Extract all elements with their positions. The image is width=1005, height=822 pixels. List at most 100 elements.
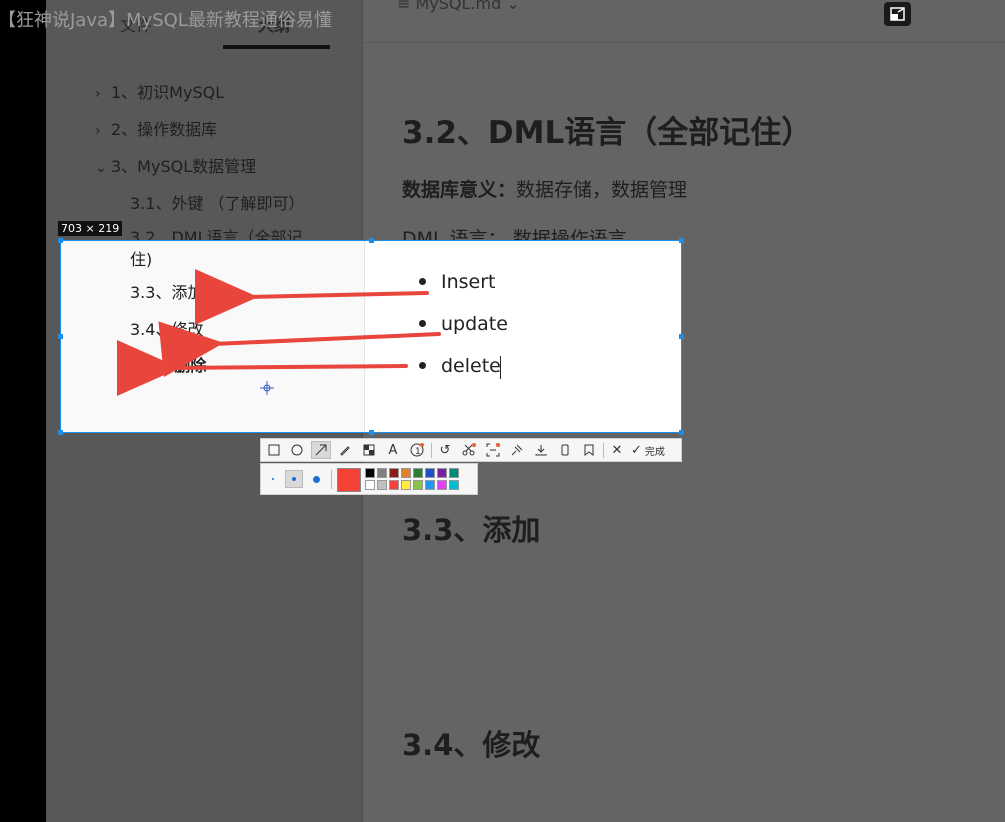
ocr-button[interactable] <box>459 441 479 459</box>
chevron-right-icon: › <box>95 123 101 139</box>
pin-button[interactable] <box>507 441 527 459</box>
pen-tool-button[interactable] <box>335 441 355 459</box>
resize-handle-l[interactable] <box>58 334 63 339</box>
arrow-update <box>211 332 441 346</box>
mosaic-icon <box>363 444 375 456</box>
color-swatch[interactable] <box>437 480 447 490</box>
toolbar-separator <box>431 443 432 458</box>
color-swatch[interactable] <box>377 468 387 478</box>
color-swatch[interactable] <box>389 468 399 478</box>
color-palette <box>365 468 477 492</box>
color-swatch[interactable] <box>401 468 411 478</box>
resize-handle-r[interactable] <box>679 334 684 339</box>
done-label: 完成 <box>644 446 665 458</box>
arrow-tool-button[interactable] <box>311 441 331 459</box>
tab-outline-indicator <box>223 45 330 49</box>
done-button[interactable]: ✓ 完成 <box>631 441 677 459</box>
pin-icon <box>511 444 523 456</box>
text-tool-button[interactable]: A <box>383 441 403 459</box>
color-swatch[interactable] <box>425 468 435 478</box>
style-toolbar <box>260 463 478 495</box>
left-black-bar <box>0 0 46 822</box>
color-swatch[interactable] <box>449 480 459 490</box>
bookmark-icon <box>584 444 594 456</box>
text-icon: A <box>388 442 398 458</box>
size-large-button[interactable] <box>309 472 323 486</box>
chevron-right-icon: › <box>95 86 101 102</box>
resize-handle-tr[interactable] <box>679 238 684 243</box>
download-icon <box>535 445 547 456</box>
bookmark-button[interactable] <box>579 441 599 459</box>
rectangle-tool-button[interactable] <box>264 441 284 459</box>
expand-icon <box>890 7 905 21</box>
resize-handle-tl[interactable] <box>58 238 63 243</box>
color-swatch[interactable] <box>425 480 435 490</box>
arrow-icon <box>315 444 327 456</box>
color-swatch[interactable] <box>437 468 447 478</box>
medium-dot-icon <box>292 477 296 481</box>
undo-button[interactable]: ↺ <box>435 441 455 459</box>
toc-item-2[interactable]: › 2、操作数据库 <box>95 116 217 140</box>
ellipse-icon <box>291 444 303 456</box>
resize-handle-bl[interactable] <box>58 430 63 435</box>
rectangle-icon <box>268 444 280 456</box>
color-swatch[interactable] <box>413 480 423 490</box>
resize-handle-br[interactable] <box>679 430 684 435</box>
selected-color-swatch[interactable] <box>337 468 361 492</box>
arrow-insert <box>245 291 429 299</box>
color-swatch[interactable] <box>377 480 387 490</box>
undo-icon: ↺ <box>439 442 451 458</box>
db-meaning-line: 数据库意义：数据存储，数据管理 <box>402 175 687 202</box>
expand-button[interactable] <box>884 2 911 26</box>
large-dot-icon <box>312 475 320 483</box>
small-dot-icon <box>272 478 274 480</box>
close-icon: ✕ <box>611 442 623 458</box>
pen-icon <box>340 446 350 456</box>
numbered-marker-icon: 1 <box>410 443 424 457</box>
toolbar-separator <box>331 470 332 489</box>
toc-item-3-1[interactable]: 3.1、外键 （了解即可） <box>130 190 305 214</box>
toolbar-separator <box>603 443 604 458</box>
number-tool-button[interactable]: 1 <box>407 441 427 459</box>
toc-item-1[interactable]: › 1、初识MySQL <box>95 79 224 103</box>
size-medium-button[interactable] <box>285 470 303 488</box>
ellipse-tool-button[interactable] <box>287 441 307 459</box>
resize-handle-b[interactable] <box>369 430 374 435</box>
arrow-update-head <box>158 321 224 378</box>
color-swatch[interactable] <box>413 468 423 478</box>
svg-text:1: 1 <box>415 447 421 457</box>
db-meaning-label: 数据库意义： <box>402 179 517 201</box>
heading-update: 3.4、修改 <box>402 728 541 762</box>
phone-button[interactable] <box>555 441 575 459</box>
capture-selection[interactable]: 住) 3.3、添加 3.4、修改 3.5、删除 Insert update de… <box>60 240 682 433</box>
capture-toolbar: A 1 ↺ ✕ ✓ 完成 <box>260 438 682 462</box>
color-swatch[interactable] <box>365 468 375 478</box>
color-swatch[interactable] <box>365 480 375 490</box>
color-swatch[interactable] <box>389 480 399 490</box>
file-tab[interactable]: ≡ MySQL.md ⌄ <box>397 0 520 13</box>
download-button[interactable] <box>531 441 551 459</box>
video-title: 【狂神说Java】MySQL最新教程通俗易懂 <box>0 10 332 31</box>
db-meaning-value: 数据存储，数据管理 <box>516 179 688 201</box>
phone-icon <box>561 444 569 456</box>
selection-size-label: 703 × 219 <box>58 221 123 236</box>
toc-item-3[interactable]: ⌄ 3、MySQL数据管理 <box>95 153 256 177</box>
scan-icon <box>486 443 500 457</box>
scissors-icon <box>462 443 476 456</box>
heading-dml: 3.2、DML语言（全部记住） <box>402 115 813 151</box>
arrow-delete <box>167 364 408 370</box>
tabbar-divider <box>363 42 1005 43</box>
screenshot-region-button[interactable] <box>483 441 503 459</box>
resize-handle-t[interactable] <box>369 238 374 243</box>
size-small-button[interactable] <box>266 472 280 486</box>
heading-add: 3.3、添加 <box>402 513 541 547</box>
crosshair-cursor <box>260 381 274 395</box>
file-tab-label: MySQL.md <box>415 0 502 13</box>
check-icon: ✓ <box>631 442 642 458</box>
color-swatch[interactable] <box>449 468 459 478</box>
annotation-arrows <box>117 269 441 396</box>
chevron-down-icon: ⌄ <box>95 160 107 176</box>
mosaic-tool-button[interactable] <box>359 441 379 459</box>
color-swatch[interactable] <box>401 480 411 490</box>
cancel-button[interactable]: ✕ <box>607 441 627 459</box>
